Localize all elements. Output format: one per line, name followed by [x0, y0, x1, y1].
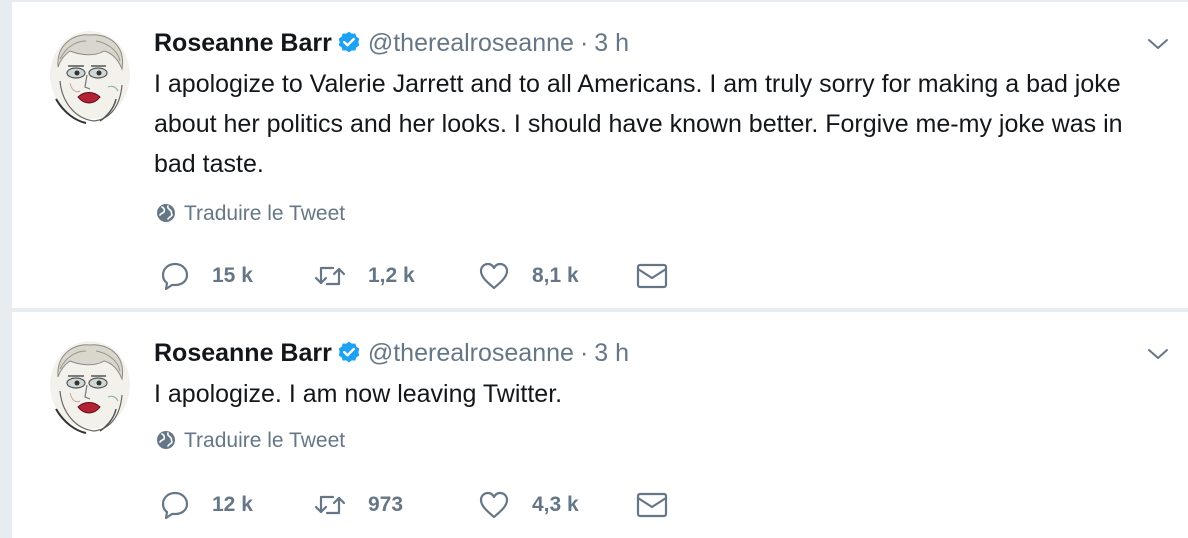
author-handle[interactable]: @therealroseanne	[368, 339, 574, 367]
tweet-timestamp[interactable]: 3 h	[594, 29, 629, 57]
globe-icon	[157, 204, 175, 222]
retweet-count: 1,2 k	[368, 264, 415, 287]
retweet-count: 973	[368, 493, 404, 516]
envelope-icon	[636, 492, 668, 518]
envelope-icon	[636, 263, 668, 289]
translate-label: Traduire le Tweet	[184, 202, 346, 225]
author-handle[interactable]: @therealroseanne	[368, 29, 574, 57]
retweet-icon	[314, 495, 346, 515]
reply-button[interactable]: 15 k	[160, 259, 253, 293]
like-count: 8,1 k	[532, 264, 579, 287]
retweet-button[interactable]: 973	[314, 488, 403, 522]
author-name[interactable]: Roseanne Barr	[154, 339, 332, 367]
direct-message-button[interactable]	[636, 259, 668, 293]
globe-icon	[157, 431, 175, 449]
tweet[interactable]: Roseanne Barr @therealroseanne · 3 h I apo…	[12, 310, 1188, 538]
tweet-timestamp[interactable]: 3 h	[594, 339, 629, 367]
like-button[interactable]: 4,3 k	[478, 488, 579, 522]
reply-count: 15 k	[212, 264, 253, 287]
reply-button[interactable]: 12 k	[160, 488, 253, 522]
like-count: 4,3 k	[532, 493, 579, 516]
reply-icon	[161, 262, 189, 291]
reply-icon	[161, 491, 189, 520]
reply-count: 12 k	[212, 493, 253, 516]
tweet-text: I apologize. I am now leaving Twitter.	[154, 380, 563, 408]
tweet[interactable]: Roseanne Barr @therealroseanne · 3 h I apo…	[12, 0, 1188, 308]
author-name[interactable]: Roseanne Barr	[154, 29, 332, 57]
tweet-feed: Roseanne Barr @therealroseanne · 3 h I apo…	[12, 0, 1188, 538]
verified-badge-icon	[338, 341, 360, 363]
heart-icon	[479, 491, 509, 519]
tweet-header: Roseanne Barr @therealroseanne · 3 h	[154, 28, 629, 58]
translate-tweet-link[interactable]: Traduire le Tweet	[156, 202, 345, 226]
tweet-text: I apologize to Valerie Jarrett and to al…	[154, 70, 1123, 178]
tweet-header: Roseanne Barr @therealroseanne · 3 h	[154, 338, 629, 368]
verified-badge-icon	[338, 31, 360, 53]
separator-dot: ·	[579, 29, 589, 57]
direct-message-button[interactable]	[636, 488, 668, 522]
tweet-actions: 12 k 973 4,3 k	[160, 488, 780, 522]
chevron-down-icon[interactable]	[1146, 32, 1170, 56]
translate-tweet-link[interactable]: Traduire le Tweet	[156, 429, 345, 453]
like-button[interactable]: 8,1 k	[478, 259, 579, 293]
retweet-button[interactable]: 1,2 k	[314, 259, 415, 293]
chevron-down-icon[interactable]	[1146, 342, 1170, 366]
tweet-actions: 15 k 1,2 k 8,1 k	[160, 259, 780, 293]
heart-icon	[479, 262, 509, 290]
avatar[interactable]	[46, 339, 132, 435]
separator-dot: ·	[579, 339, 589, 367]
avatar[interactable]	[46, 29, 132, 125]
retweet-icon	[314, 266, 346, 286]
translate-label: Traduire le Tweet	[184, 429, 346, 452]
